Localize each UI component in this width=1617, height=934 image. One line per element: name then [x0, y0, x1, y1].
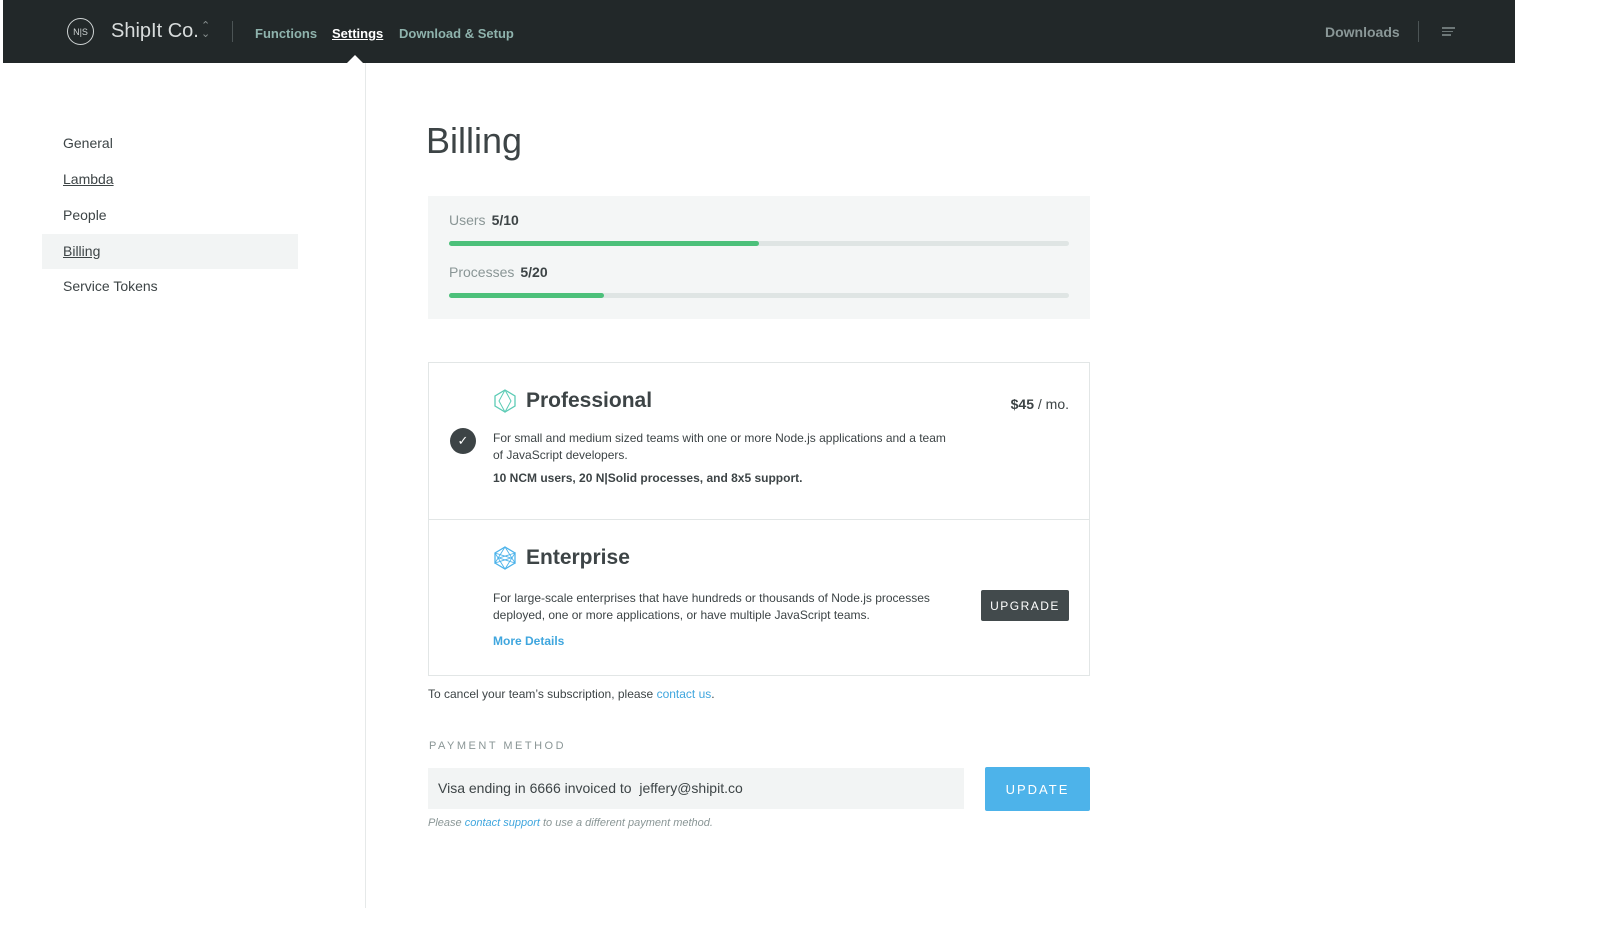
- check-icon: ✓: [450, 428, 476, 454]
- hexagon-icon: [493, 546, 517, 570]
- plan-enterprise: Enterprise For large-scale enterprises t…: [429, 519, 1089, 675]
- plan-title: Enterprise: [526, 546, 630, 569]
- nav-download-setup[interactable]: Download & Setup: [399, 26, 514, 41]
- plan-description: For large-scale enterprises that have hu…: [493, 591, 930, 622]
- nav-functions[interactable]: Functions: [255, 26, 317, 41]
- cancel-note: To cancel your team’s subscription, plea…: [428, 687, 715, 701]
- divider: [232, 21, 233, 42]
- users-progress: [449, 241, 1069, 246]
- processes-label: Processes: [449, 264, 515, 280]
- nav-settings[interactable]: Settings: [332, 26, 383, 41]
- processes-progress: [449, 293, 1069, 298]
- top-navbar: N|S ShipIt Co. ⌃ ⌄ Functions Settings Dow…: [3, 0, 1515, 63]
- contact-support-link[interactable]: contact support: [465, 817, 540, 829]
- org-name[interactable]: ShipIt Co.: [111, 20, 199, 43]
- sidebar-item-general[interactable]: General: [42, 126, 298, 161]
- plan-title: Professional: [526, 389, 653, 412]
- payment-method-label: PAYMENT METHOD: [429, 740, 567, 752]
- divider: [365, 63, 366, 908]
- downloads-link[interactable]: Downloads: [1325, 24, 1400, 40]
- processes-value: 5/20: [520, 264, 548, 280]
- upgrade-button[interactable]: UPGRADE: [981, 590, 1069, 621]
- chevron-updown-icon[interactable]: ⌃ ⌄: [201, 21, 210, 40]
- users-value: 5/10: [491, 212, 519, 228]
- active-tab-caret: [347, 55, 363, 63]
- payment-method-field[interactable]: [428, 768, 964, 809]
- plan-price: $45 / mo.: [1010, 396, 1069, 412]
- processes-progress-fill: [449, 293, 604, 298]
- sidebar-item-service-tokens[interactable]: Service Tokens: [42, 269, 298, 304]
- plan-features: 10 NCM users, 20 N|Solid processes, and …: [493, 471, 803, 485]
- sidebar-item-billing[interactable]: Billing: [42, 234, 298, 269]
- sidebar-item-lambda[interactable]: Lambda: [42, 162, 298, 197]
- plan-professional[interactable]: Professional $45 / mo. ✓ For small and m…: [429, 363, 1089, 519]
- menu-icon[interactable]: [1442, 27, 1455, 38]
- users-label: Users: [449, 212, 486, 228]
- update-button[interactable]: UPDATE: [985, 767, 1090, 811]
- plans-list: Professional $45 / mo. ✓ For small and m…: [428, 362, 1090, 676]
- more-details-link[interactable]: More Details: [493, 633, 953, 650]
- plan-description: For small and medium sized teams with on…: [493, 431, 946, 462]
- contact-us-link[interactable]: contact us: [657, 687, 712, 701]
- usage-panel: Users 5/10 Processes 5/20: [428, 196, 1090, 319]
- divider: [1418, 21, 1419, 42]
- nodesource-logo[interactable]: N|S: [67, 18, 94, 45]
- payment-note: Please contact support to use a differen…: [428, 817, 713, 829]
- page-title: Billing: [426, 120, 523, 161]
- sidebar-item-people[interactable]: People: [42, 198, 298, 233]
- hexagon-icon: [494, 389, 516, 413]
- users-progress-fill: [449, 241, 759, 246]
